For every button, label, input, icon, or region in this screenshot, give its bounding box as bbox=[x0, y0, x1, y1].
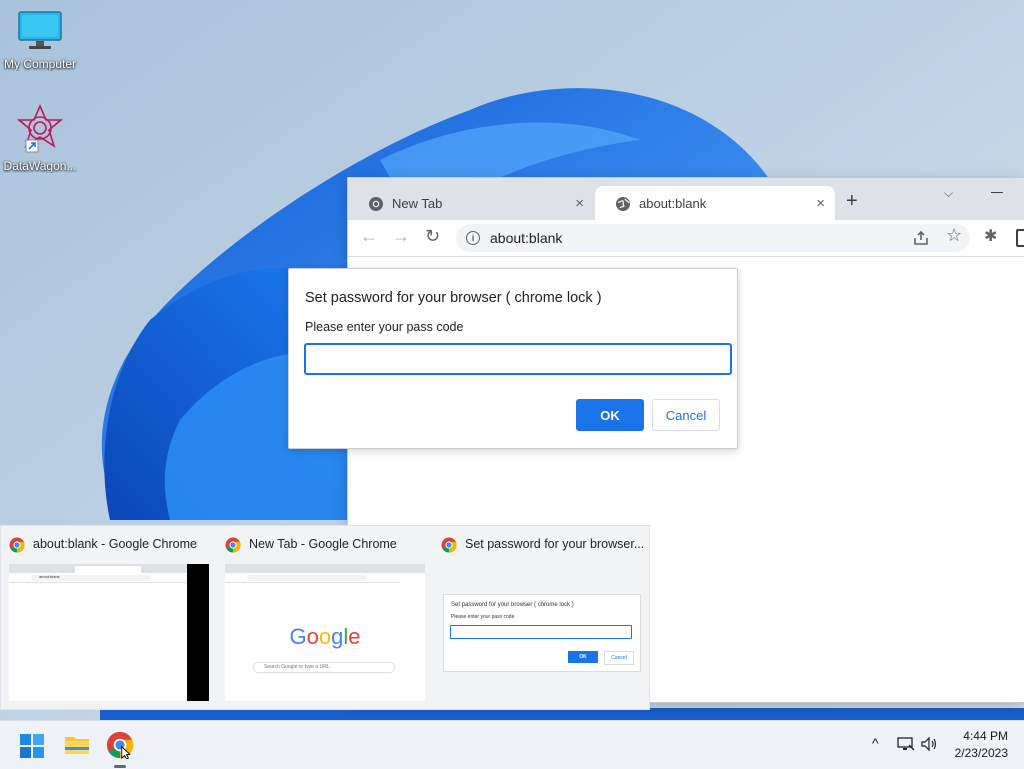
taskbar-thumbnail-panel: about:blank - Google Chrome about:blank … bbox=[0, 525, 650, 710]
globe-icon bbox=[616, 197, 630, 211]
taskbar: ^ 4:44 PM 2/23/2023 bbox=[0, 720, 1024, 769]
thumbnail-title: Set password for your browser... bbox=[465, 537, 645, 551]
thumbnail-password-dialog[interactable]: Set password for your browser... Set pas… bbox=[433, 526, 649, 709]
thumbnail-preview: Google Search Google or type a URL bbox=[225, 564, 425, 701]
clock-time[interactable]: 4:44 PM bbox=[944, 729, 1008, 743]
file-explorer-icon[interactable] bbox=[64, 733, 90, 755]
chrome-icon bbox=[441, 537, 457, 553]
tab-search-icon[interactable]: ⌵ bbox=[944, 186, 953, 201]
tab-title: about:blank bbox=[639, 196, 707, 211]
thumbnail-about-blank[interactable]: about:blank - Google Chrome about:blank bbox=[1, 526, 217, 709]
cancel-button[interactable]: Cancel bbox=[652, 399, 720, 431]
desktop-icon-datawagon[interactable]: DataWagon... bbox=[0, 103, 80, 173]
thumbnail-preview: Set password for your browser ( chrome l… bbox=[443, 594, 641, 672]
network-icon[interactable] bbox=[897, 736, 915, 752]
bookmark-star-icon[interactable]: ☆ bbox=[946, 225, 962, 246]
desktop-icon-my-computer[interactable]: My Computer bbox=[0, 10, 80, 71]
thumbnail-title: about:blank - Google Chrome bbox=[33, 537, 197, 551]
close-icon[interactable]: × bbox=[575, 195, 584, 212]
google-logo: Google bbox=[289, 624, 361, 649]
browser-toolbar: ← → ↻ i about:blank ☆ ✱ bbox=[348, 220, 1024, 257]
forward-button[interactable]: → bbox=[392, 226, 410, 247]
chrome-icon bbox=[225, 537, 241, 553]
desktop-icon-label: My Computer bbox=[3, 57, 77, 71]
extensions-icon[interactable]: ✱ bbox=[984, 226, 997, 246]
back-button[interactable]: ← bbox=[360, 226, 378, 247]
tab-title: New Tab bbox=[392, 196, 443, 211]
thumbnail-cancel: Cancel bbox=[604, 651, 634, 665]
thumbnail-dialog-title: Set password for your browser ( chrome l… bbox=[451, 602, 574, 608]
tab-about-blank[interactable]: about:blank × bbox=[595, 186, 835, 220]
datawagon-shortcut-icon bbox=[16, 103, 64, 153]
ok-button[interactable]: OK bbox=[576, 399, 644, 431]
thumbnail-address: about:blank bbox=[39, 574, 60, 579]
thumbnail-search-placeholder: Search Google or type a URL bbox=[264, 664, 330, 670]
thumbnail-new-tab[interactable]: New Tab - Google Chrome Google Search Go… bbox=[217, 526, 433, 709]
show-hidden-icons-chevron[interactable]: ^ bbox=[872, 735, 879, 751]
tab-strip: New Tab × about:blank × + ⌵ bbox=[348, 178, 1024, 220]
thumbnail-title: New Tab - Google Chrome bbox=[249, 537, 397, 551]
address-bar[interactable]: i about:blank ☆ bbox=[456, 224, 970, 252]
dialog-message: Please enter your pass code bbox=[305, 320, 464, 334]
close-icon[interactable]: × bbox=[816, 195, 825, 212]
chrome-icon bbox=[9, 537, 25, 553]
new-tab-button[interactable]: + bbox=[846, 190, 858, 213]
info-icon[interactable]: i bbox=[466, 231, 480, 245]
address-text: about:blank bbox=[490, 230, 563, 246]
clock-date[interactable]: 2/23/2023 bbox=[944, 746, 1008, 760]
chrome-icon bbox=[369, 197, 383, 211]
volume-icon[interactable] bbox=[921, 736, 939, 752]
minimize-icon[interactable] bbox=[991, 192, 1003, 193]
chrome-icon[interactable] bbox=[106, 731, 134, 759]
password-prompt-dialog: Set password for your browser ( chrome l… bbox=[288, 268, 738, 449]
thumbnail-preview: about:blank bbox=[9, 564, 209, 701]
dialog-title: Set password for your browser ( chrome l… bbox=[305, 290, 602, 306]
monitor-icon bbox=[18, 11, 62, 49]
pass-code-input[interactable] bbox=[304, 343, 732, 375]
tab-new-tab[interactable]: New Tab × bbox=[348, 186, 594, 220]
desktop-icon-label: DataWagon... bbox=[3, 159, 77, 173]
share-icon[interactable] bbox=[912, 229, 930, 247]
thumbnail-dialog-message: Please enter your pass code bbox=[451, 614, 515, 620]
side-panel-icon[interactable] bbox=[1016, 229, 1024, 247]
thumbnail-ok: OK bbox=[568, 651, 598, 663]
windows-start-icon[interactable] bbox=[20, 734, 44, 758]
reload-button[interactable]: ↻ bbox=[425, 226, 440, 247]
